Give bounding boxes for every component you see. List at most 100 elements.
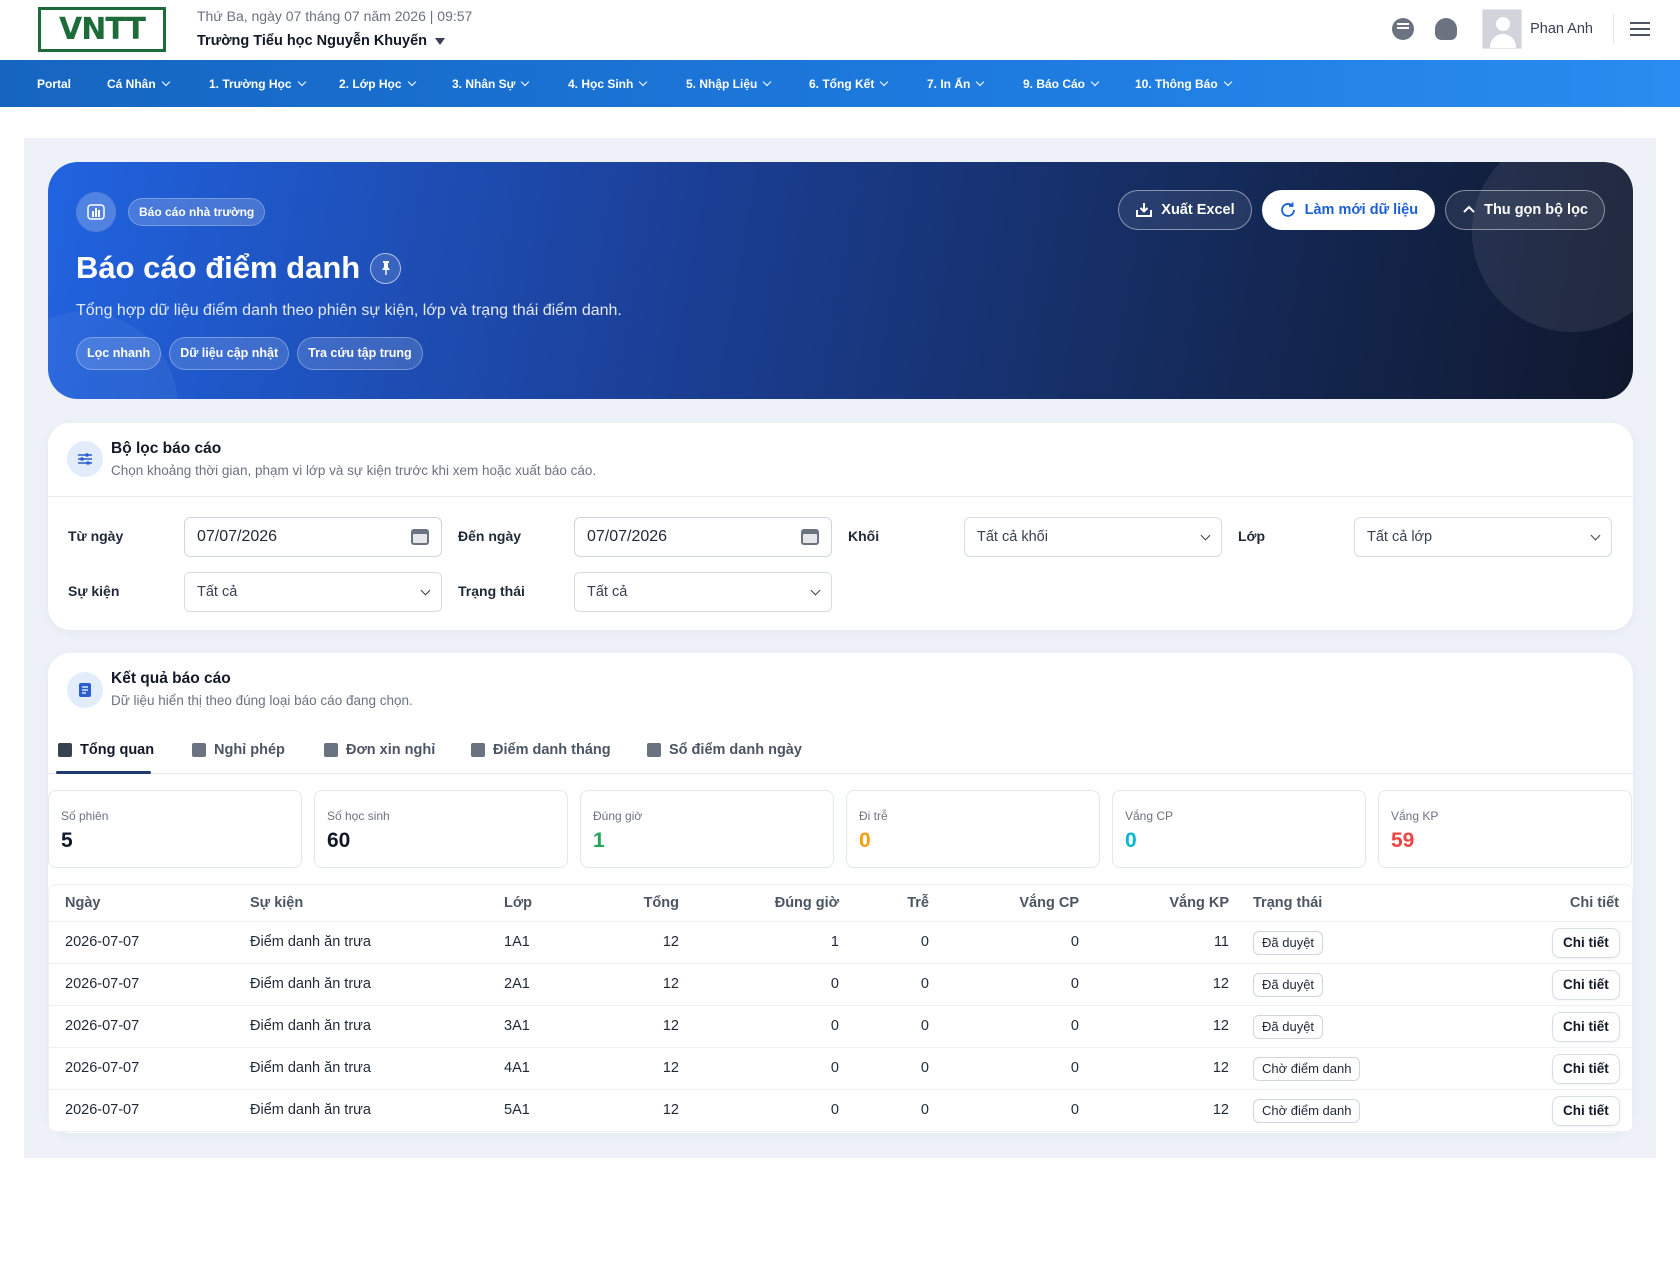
cell-total: 12 [662, 1102, 679, 1118]
tab-leave[interactable]: Nghỉ phép [192, 726, 285, 774]
chip-updated-data[interactable]: Dữ liệu cập nhật [169, 337, 290, 370]
event-value: Tất cả [197, 584, 238, 600]
divider [48, 496, 1633, 497]
row-divider [49, 963, 1634, 964]
detail-button[interactable]: Chi tiết [1552, 928, 1620, 958]
nav-nhap-lieu[interactable]: 5. Nhập Liệu [686, 60, 772, 107]
document-icon [324, 743, 338, 757]
cell-class: 5A1 [504, 1102, 530, 1118]
stat-label: Đúng giờ [593, 809, 643, 823]
chevron-down-icon [976, 77, 985, 86]
user-name[interactable]: Phan Anh [1530, 21, 1593, 37]
tab-label: Nghỉ phép [214, 742, 285, 758]
pin-icon[interactable] [370, 252, 402, 284]
detail-button[interactable]: Chi tiết [1552, 1012, 1620, 1042]
nav-portal[interactable]: Portal [37, 60, 71, 107]
main-nav: Portal Cá Nhân 1. Trường Học 2. Lớp Học … [0, 60, 1680, 107]
to-date-input[interactable]: 07/07/2026 [574, 517, 832, 557]
document-icon [67, 672, 103, 708]
tab-label: Đơn xin nghỉ [346, 742, 436, 758]
status-select[interactable]: Tất cả [574, 572, 832, 612]
cell-event: Điểm danh ăn trưa [250, 1060, 371, 1076]
from-date-value: 07/07/2026 [197, 528, 278, 545]
status-value: Tất cả [587, 584, 628, 600]
col-total: Tổng [643, 895, 679, 911]
nav-label: 5. Nhập Liệu [686, 76, 758, 91]
cell-on-time: 0 [830, 1102, 839, 1118]
hamburger-menu-icon[interactable] [1630, 22, 1650, 36]
nav-lop-hoc[interactable]: 2. Lớp Học [339, 60, 416, 107]
detail-button[interactable]: Chi tiết [1552, 970, 1620, 1000]
calendar-icon [471, 743, 485, 757]
chip-central-lookup[interactable]: Tra cứu tập trung [297, 337, 423, 370]
report-tabs: Tổng quan Nghỉ phép Đơn xin nghỉ Điểm da… [48, 726, 1633, 774]
event-select[interactable]: Tất cả [184, 572, 442, 612]
col-status: Trạng thái [1253, 895, 1323, 911]
chat-icon[interactable] [1392, 18, 1415, 40]
col-unexcused: Vắng KP [1169, 895, 1229, 911]
status-badge: Đã duyệt [1253, 1015, 1324, 1039]
stat-value: 1 [593, 829, 605, 852]
stat-card-sessions: Số phiên 5 [48, 790, 302, 868]
cell-excused: 0 [1070, 1060, 1079, 1076]
grade-select[interactable]: Tất cả khối [964, 517, 1222, 557]
col-on-time: Đúng giờ [774, 895, 839, 911]
col-late: Trễ [907, 895, 929, 911]
cell-late: 0 [920, 934, 929, 950]
nav-tong-ket[interactable]: 6. Tổng Kết [809, 60, 889, 107]
bell-icon[interactable] [1435, 18, 1458, 40]
stat-value: 59 [1391, 829, 1415, 852]
chevron-down-icon [161, 77, 170, 86]
logo-text: VNTT [59, 11, 146, 47]
cell-class: 1A1 [504, 934, 530, 950]
tab-label: Điểm danh tháng [493, 742, 611, 758]
results-subtitle: Dữ liệu hiển thị theo đúng loại báo cáo … [111, 693, 413, 708]
nav-bao-cao[interactable]: 9. Báo Cáo [1023, 60, 1100, 107]
results-title: Kết quả báo cáo [111, 670, 231, 687]
cell-on-time: 0 [830, 1018, 839, 1034]
tab-overview[interactable]: Tổng quan [58, 726, 154, 774]
calendar-icon [192, 743, 206, 757]
tab-monthly-attendance[interactable]: Điểm danh tháng [471, 726, 611, 774]
avatar[interactable] [1482, 9, 1523, 49]
hero-actions: Xuất Excel Làm mới dữ liệu Thu gọn bộ lọ… [1118, 190, 1605, 230]
chevron-down-icon [880, 77, 889, 86]
calendar-icon[interactable] [801, 529, 819, 545]
caret-down-icon [435, 37, 446, 45]
vntt-logo[interactable]: VNTT [38, 7, 166, 52]
status-badge: Đã duyệt [1253, 973, 1324, 997]
detail-button[interactable]: Chi tiết [1552, 1054, 1620, 1084]
school-selector[interactable]: Trường Tiểu học Nguyễn Khuyến [197, 33, 472, 49]
tab-leave-requests[interactable]: Đơn xin nghỉ [324, 726, 435, 774]
class-label: Lớp [1238, 528, 1266, 544]
cell-event: Điểm danh ăn trưa [250, 1018, 371, 1034]
refresh-data-button[interactable]: Làm mới dữ liệu [1261, 190, 1436, 230]
nav-truong-hoc[interactable]: 1. Trường Học [209, 60, 306, 107]
detail-button[interactable]: Chi tiết [1552, 1096, 1620, 1126]
tab-daily-register[interactable]: Sổ điểm danh ngày [647, 726, 802, 774]
row-divider [49, 1005, 1634, 1006]
nav-thong-bao[interactable]: 10. Thông Báo [1135, 60, 1232, 107]
calendar-icon[interactable] [411, 529, 429, 545]
export-excel-button[interactable]: Xuất Excel [1118, 190, 1252, 230]
cell-unexcused: 12 [1212, 976, 1229, 992]
nav-in-an[interactable]: 7. In Ấn [927, 60, 985, 107]
cell-excused: 0 [1070, 1102, 1079, 1118]
chevron-down-icon [1590, 530, 1601, 540]
grade-value: Tất cả khối [977, 529, 1048, 545]
nav-nhan-su[interactable]: 3. Nhân Sự [452, 60, 530, 107]
from-date-input[interactable]: 07/07/2026 [184, 517, 442, 557]
chevron-down-icon [810, 585, 821, 595]
cell-class: 2A1 [504, 976, 530, 992]
col-excused: Vắng CP [1019, 895, 1079, 911]
nav-ca-nhan[interactable]: Cá Nhân [107, 60, 170, 107]
chevron-up-icon [1463, 205, 1475, 213]
nav-hoc-sinh[interactable]: 4. Học Sinh [568, 60, 648, 107]
cell-class: 4A1 [504, 1060, 530, 1076]
chip-quick-filter[interactable]: Lọc nhanh [76, 337, 162, 370]
class-select[interactable]: Tất cả lớp [1354, 517, 1612, 557]
collapse-filter-button[interactable]: Thu gọn bộ lọc [1445, 190, 1605, 230]
chevron-down-icon [407, 77, 416, 86]
status-label: Trạng thái [458, 583, 525, 599]
tab-label: Sổ điểm danh ngày [669, 742, 802, 758]
